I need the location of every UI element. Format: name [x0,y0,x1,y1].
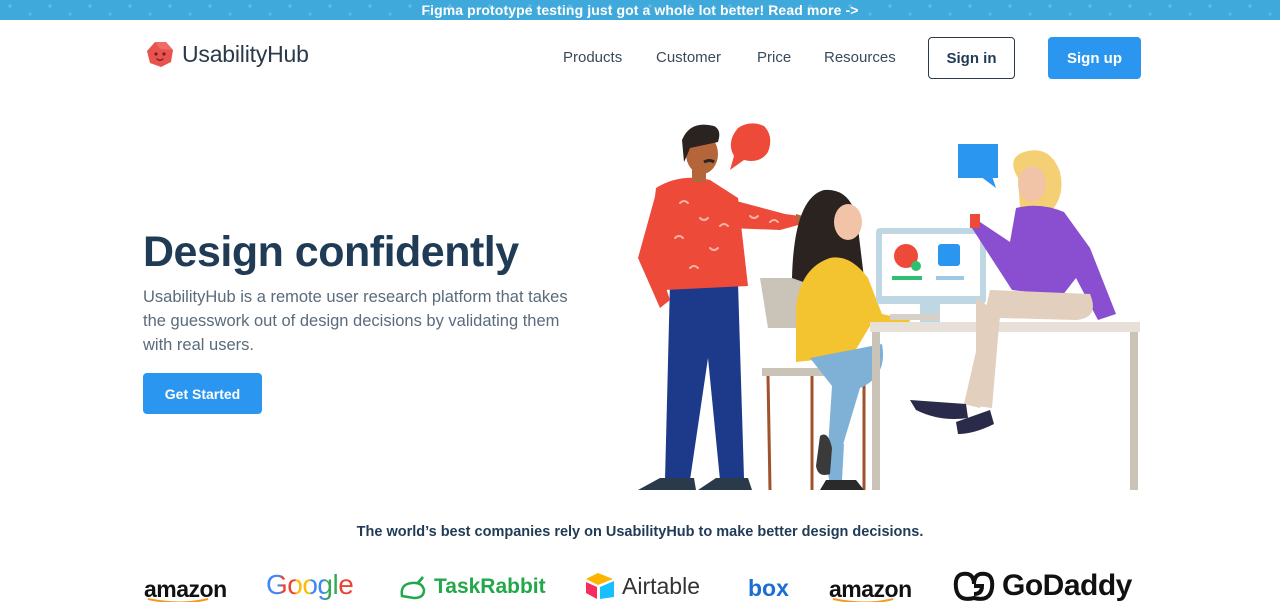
airtable-icon [586,573,614,599]
announcement-link[interactable]: Figma prototype testing just got a whole… [421,2,858,18]
nav-customer[interactable]: Customer [656,49,721,66]
company-logos: amazon Google TaskRabbit Airtable box am… [0,562,1280,602]
nav-resources[interactable]: Resources [824,49,896,66]
company-logo: TaskRabbit [398,574,546,600]
get-started-button[interactable]: Get Started [143,373,262,414]
company-logo: GoDaddy [952,568,1132,602]
amazon-smile-icon [147,598,209,602]
sign-up-button[interactable]: Sign up [1048,37,1141,79]
company-logo: Airtable [584,572,700,600]
nav-price[interactable]: Price [757,49,791,66]
hero-illustration [638,123,1140,491]
announcement-banner[interactable]: Figma prototype testing just got a whole… [0,0,1280,20]
hero-title: Design confidently [143,228,519,276]
brand-logo[interactable]: UsabilityHub [146,40,309,68]
godaddy-icon [953,571,995,601]
company-logo: box [748,575,789,601]
hero-subtitle: UsabilityHub is a remote user research p… [143,288,568,354]
taskrabbit-icon [400,576,426,600]
usabilityhub-logo-icon [147,42,173,67]
company-logo: Google [266,569,354,600]
nav-products[interactable]: Products [563,49,622,66]
sign-in-button[interactable]: Sign in [928,37,1015,79]
amazon-smile-icon [832,598,894,602]
trust-headline: The world’s best companies rely on Usabi… [356,524,924,540]
brand-name: UsabilityHub [182,40,309,67]
